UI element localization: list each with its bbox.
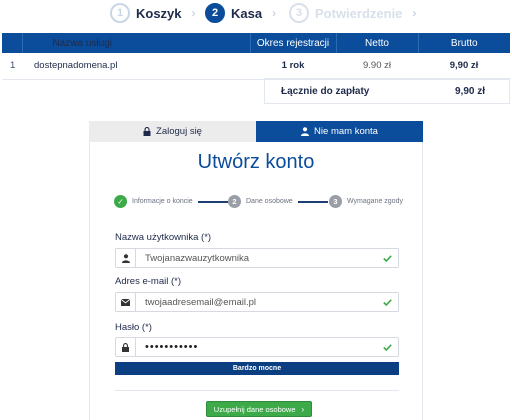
step-number: 1: [110, 3, 130, 23]
checkout-steps: 1 Koszyk › 2 Kasa › 3 Potwierdzenie ›: [0, 2, 512, 24]
row-index: 1: [2, 53, 22, 80]
registration-wizard: ✓ Informacje o koncie 2 Dane osobowe 3 W…: [114, 195, 410, 209]
header-gross: Brutto: [418, 33, 510, 53]
page-title: Utwórz konto: [197, 151, 315, 173]
header-service: Nazwa usługi: [22, 33, 251, 53]
password-field[interactable]: •••••••••••: [115, 337, 399, 357]
chevron-right-icon: ›: [272, 6, 277, 20]
total-label: Łącznie do zapłaty: [281, 85, 370, 97]
username-value: Twojanazwauzytkownika: [145, 252, 250, 264]
envelope-icon: [116, 293, 136, 311]
table-row: 1 dostepnadomena.pl 1 rok 9.90 zł 9,90 z…: [2, 53, 510, 80]
lock-icon: [116, 338, 136, 356]
password-label: Hasło (*): [115, 322, 152, 333]
wizard-label: Wymagane zgody: [347, 198, 403, 205]
row-period: 1 rok: [250, 53, 336, 80]
lock-icon: [143, 127, 151, 136]
wizard-number: 3: [329, 195, 342, 208]
cart-header-row: Nazwa usługi Okres rejestracji Netto Bru…: [2, 33, 510, 53]
tab-login[interactable]: Zaloguj się: [89, 121, 256, 142]
user-icon: [116, 249, 136, 267]
divider: [115, 390, 399, 391]
wizard-label: Dane osobowe: [246, 198, 293, 205]
email-label: Adres e-mail (*): [115, 276, 181, 287]
next-step-button[interactable]: Uzupełnij dane osobowe ›: [206, 401, 312, 417]
step-label: Kasa: [231, 5, 263, 21]
tab-no-account[interactable]: Nie mam konta: [256, 121, 423, 142]
username-label: Nazwa użytkownika (*): [115, 232, 212, 243]
chevron-right-icon: ›: [191, 6, 196, 20]
tab-label: Nie mam konta: [314, 126, 378, 137]
email-field[interactable]: twojaadresemail@email.pl: [115, 292, 399, 312]
step-label: Koszyk: [136, 5, 182, 21]
chevron-right-icon: ›: [412, 6, 417, 20]
account-tabs: Zaloguj się Nie mam konta: [89, 121, 423, 142]
row-service: dostepnadomena.pl: [22, 53, 250, 80]
step-number: 2: [205, 3, 225, 23]
tab-label: Zaloguj się: [156, 126, 202, 137]
register-panel: Utwórz konto ✓ Informacje o koncie 2 Dan…: [89, 142, 423, 420]
cart-total: Łącznie do zapłaty 9,90 zł: [264, 78, 510, 104]
row-gross: 9,90 zł: [418, 53, 510, 80]
check-icon: ✓: [114, 195, 127, 208]
header-index: [2, 33, 23, 53]
wizard-step-personal: 2 Dane osobowe: [228, 195, 293, 208]
step-confirmation: 3 Potwierdzenie ›: [289, 2, 416, 24]
password-value: •••••••••••: [145, 341, 199, 353]
wizard-step-account: ✓ Informacje o koncie: [114, 195, 193, 208]
step-checkout: 2 Kasa ›: [205, 2, 276, 24]
header-period: Okres rejestracji: [250, 33, 337, 53]
wizard-connector: [298, 201, 328, 203]
step-label: Potwierdzenie: [315, 5, 403, 21]
wizard-connector: [198, 201, 228, 203]
step-cart[interactable]: 1 Koszyk ›: [110, 2, 196, 24]
wizard-label: Informacje o koncie: [132, 198, 193, 205]
password-strength-bar: Bardzo mocne: [115, 362, 399, 375]
total-value: 9,90 zł: [455, 85, 486, 97]
next-step-label: Uzupełnij dane osobowe: [213, 404, 296, 414]
wizard-step-consents: 3 Wymagane zgody: [329, 195, 403, 208]
check-icon: [383, 254, 392, 262]
email-value: twojaadresemail@email.pl: [145, 296, 257, 308]
row-net: 9.90 zł: [336, 53, 418, 80]
chevron-right-icon: ›: [301, 404, 305, 414]
user-icon: [301, 127, 310, 136]
step-number: 3: [289, 3, 309, 23]
username-field[interactable]: Twojanazwauzytkownika: [115, 248, 399, 268]
cart-table: Nazwa usługi Okres rejestracji Netto Bru…: [2, 33, 510, 80]
check-icon: [383, 298, 392, 306]
check-icon: [383, 343, 392, 351]
wizard-number: 2: [228, 195, 241, 208]
header-net: Netto: [336, 33, 419, 53]
